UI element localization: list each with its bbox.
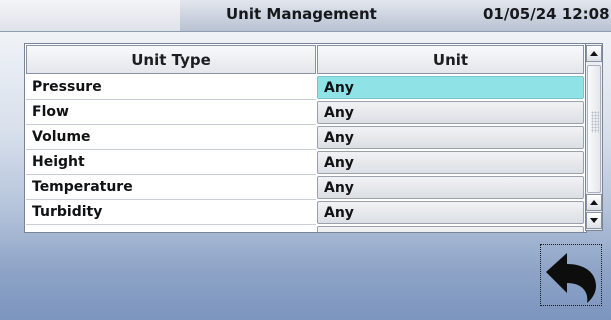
triangle-up-icon: [590, 51, 598, 56]
triangle-down-icon: [590, 218, 598, 223]
unit-type-cell: Turbidity: [26, 200, 316, 225]
title-bar: Unit Management 01/05/24 12:08: [0, 0, 611, 32]
scroll-grip-icon: [591, 111, 599, 133]
unit-type-cell: Flow: [26, 100, 316, 125]
page-title: Unit Management: [226, 5, 377, 23]
scroll-up-button[interactable]: [586, 45, 602, 62]
vertical-scrollbar[interactable]: [585, 43, 603, 231]
column-header-unit-type[interactable]: Unit Type: [26, 45, 316, 74]
unit-table: Unit Type Unit Pressure Any Flow Any Vol…: [24, 43, 587, 233]
unit-select-cell[interactable]: Any: [317, 201, 584, 224]
unit-type-cell: Volume: [26, 125, 316, 150]
unit-select-cell[interactable]: Any: [317, 126, 584, 149]
unit-select-cell-empty: [317, 226, 584, 232]
table-row[interactable]: Flow Any: [25, 100, 586, 125]
date-time-display: 01/05/24 12:08: [483, 5, 610, 23]
unit-type-cell-empty: [26, 225, 316, 232]
back-button[interactable]: [540, 244, 602, 306]
back-arrow-icon: [546, 253, 596, 303]
table-row[interactable]: Height Any: [25, 150, 586, 175]
unit-select-cell[interactable]: Any: [317, 76, 584, 99]
column-header-unit[interactable]: Unit: [317, 45, 584, 74]
table-row[interactable]: Turbidity Any: [25, 200, 586, 225]
unit-type-cell: Pressure: [26, 75, 316, 100]
scroll-down-button[interactable]: [586, 212, 602, 229]
unit-select-cell[interactable]: Any: [317, 151, 584, 174]
scroll-up-button-lower[interactable]: [586, 194, 602, 211]
title-bar-left-segment: [0, 0, 180, 31]
table-row-partial: [25, 225, 586, 232]
unit-type-cell: Temperature: [26, 175, 316, 200]
table-row[interactable]: Volume Any: [25, 125, 586, 150]
triangle-up-icon: [590, 200, 598, 205]
unit-type-cell: Height: [26, 150, 316, 175]
table-row[interactable]: Pressure Any: [25, 75, 586, 100]
unit-select-cell[interactable]: Any: [317, 101, 584, 124]
table-row[interactable]: Temperature Any: [25, 175, 586, 200]
scroll-thumb[interactable]: [587, 65, 601, 193]
unit-select-cell[interactable]: Any: [317, 176, 584, 199]
